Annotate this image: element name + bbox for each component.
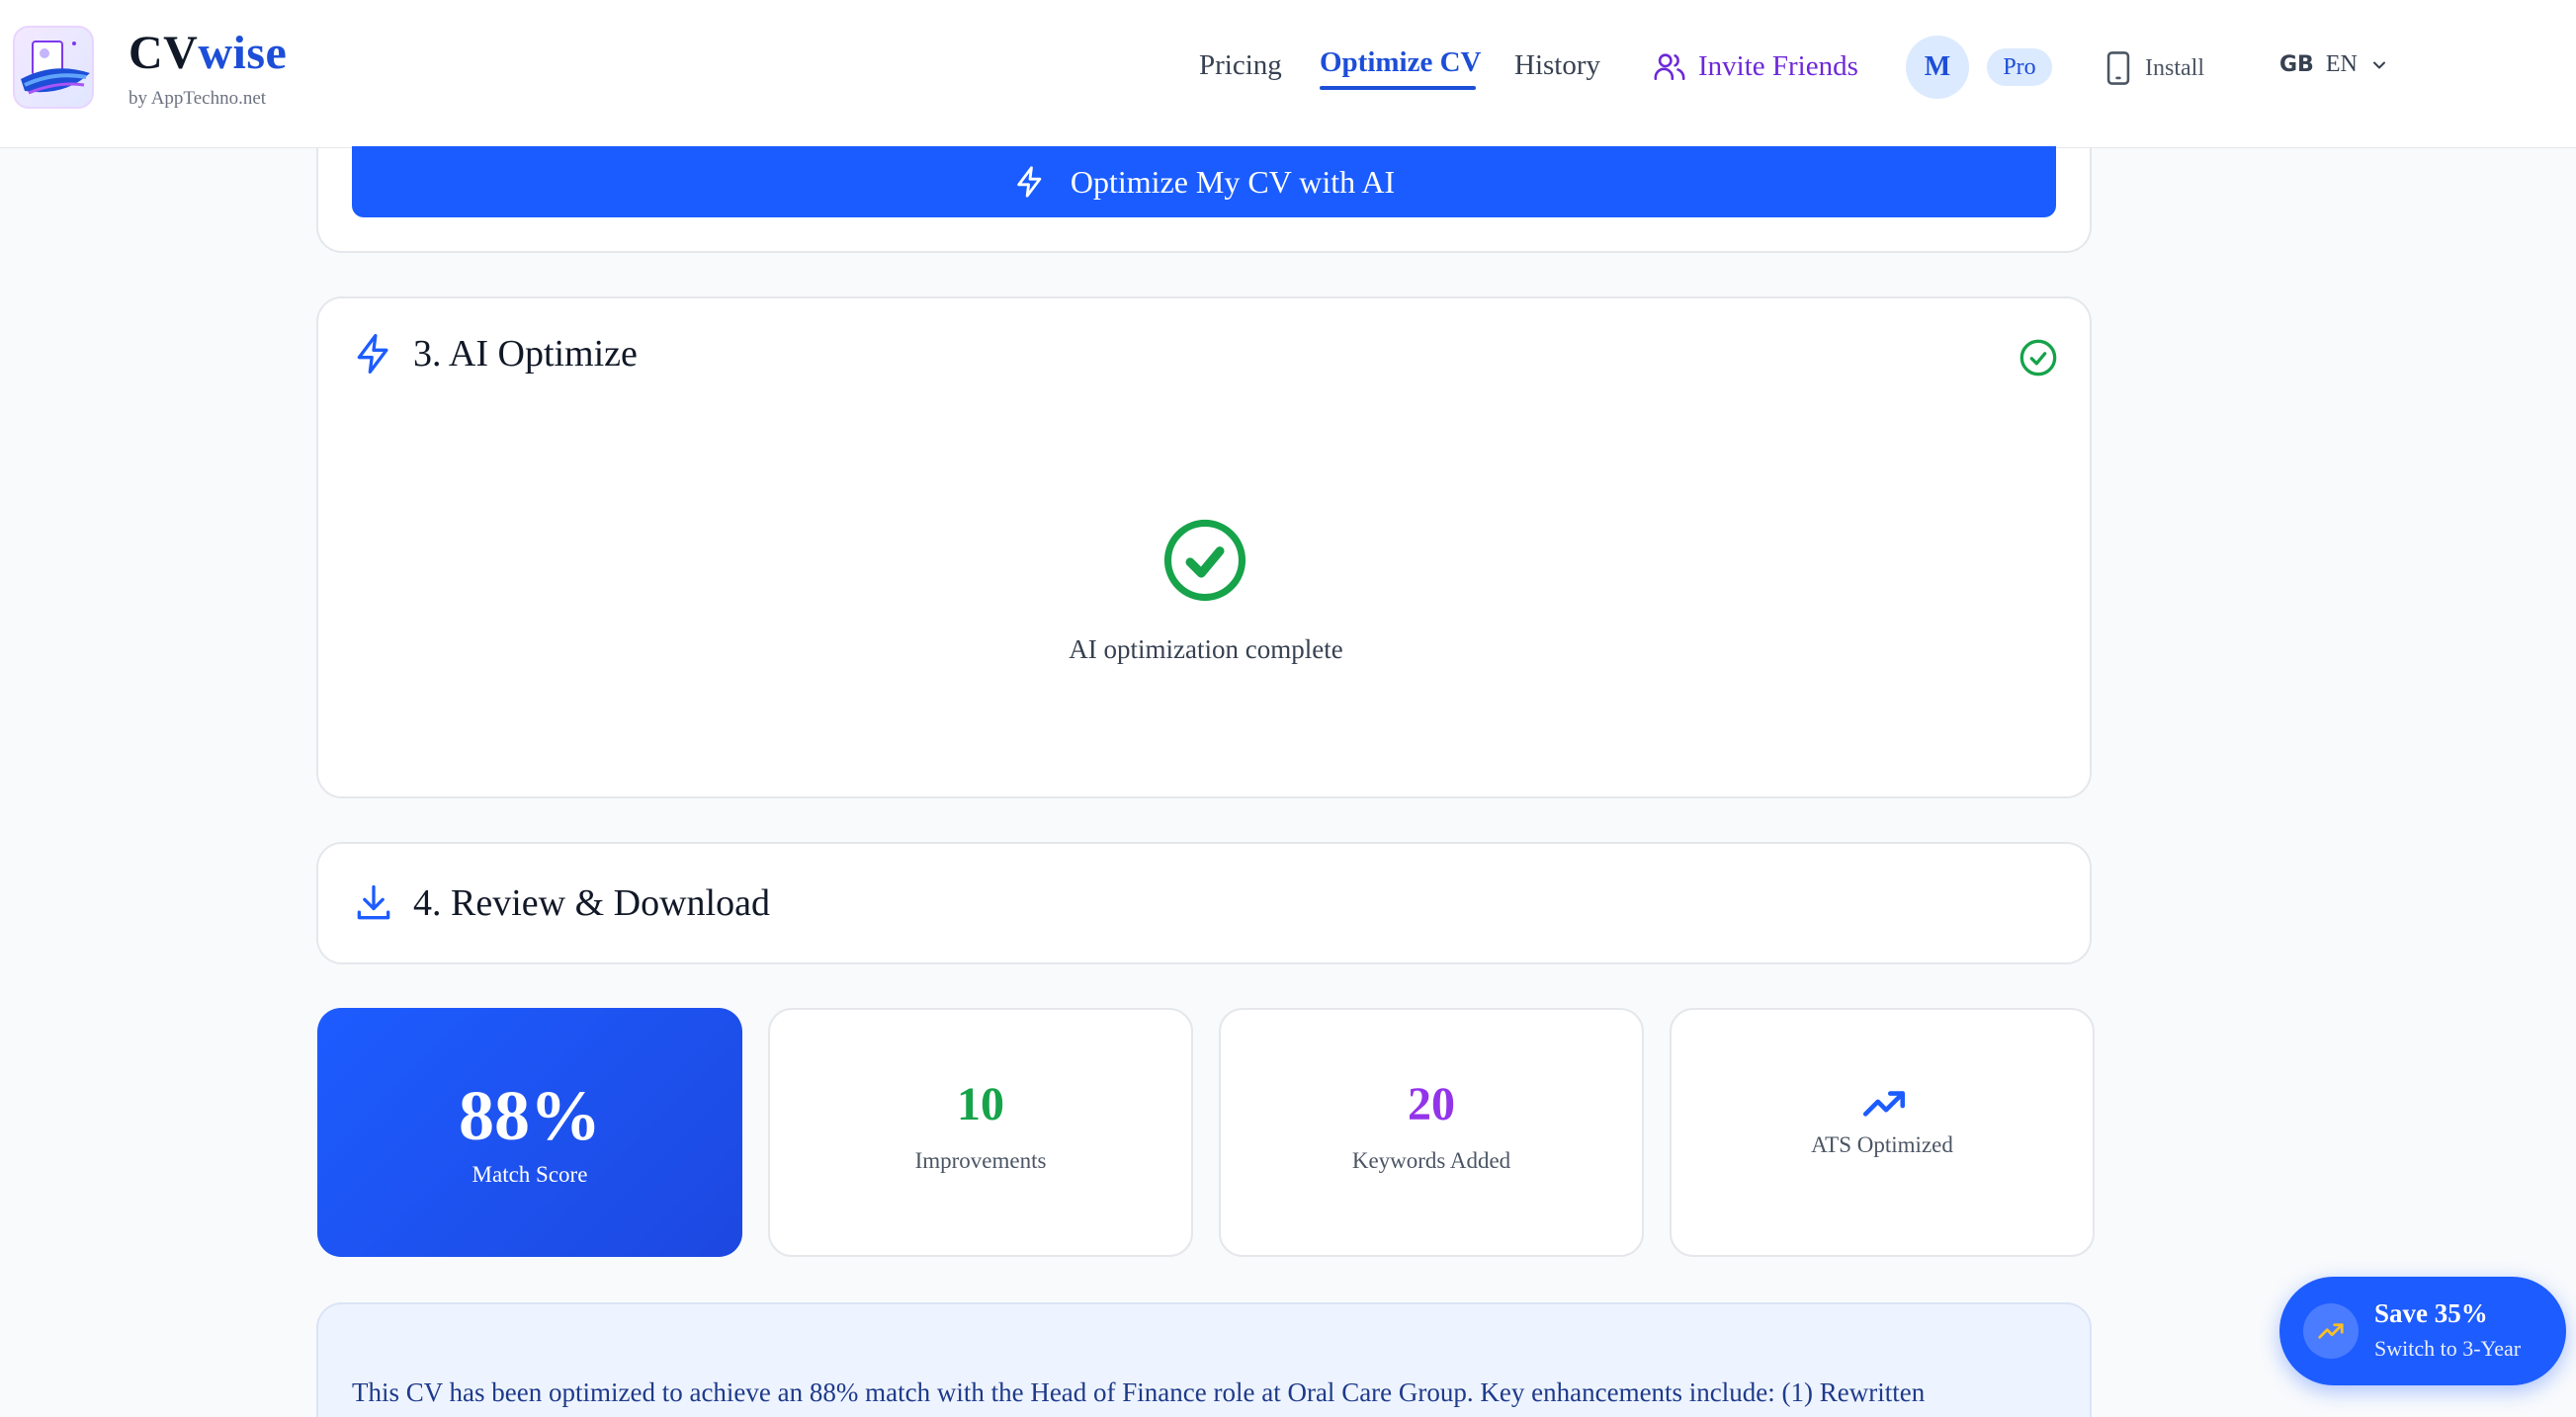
upgrade-promo-button[interactable]: Save 35% Switch to 3-Year bbox=[2279, 1277, 2566, 1385]
invite-friends-label: Invite Friends bbox=[1698, 49, 1858, 82]
optimize-cv-label: Optimize My CV with AI bbox=[1070, 163, 1396, 200]
users-icon bbox=[1654, 53, 1685, 81]
flag-gb-icon: GB bbox=[2279, 52, 2314, 77]
ai-optimize-title: 3. AI Optimize bbox=[413, 333, 638, 375]
user-avatar[interactable]: M bbox=[1906, 36, 1969, 99]
logo-icon bbox=[21, 41, 90, 95]
keywords-value: 20 bbox=[1408, 1078, 1455, 1130]
optimization-summary: This CV has been optimized to achieve an… bbox=[316, 1302, 2092, 1417]
promo-subtitle: Switch to 3-Year bbox=[2374, 1336, 2522, 1361]
chevron-down-icon bbox=[2372, 61, 2385, 68]
review-download-section[interactable]: 4. Review & Download bbox=[316, 842, 2092, 964]
app-logo[interactable] bbox=[13, 26, 94, 109]
brand-part-wise: wise bbox=[198, 27, 288, 79]
optimization-status-text: AI optimization complete bbox=[1069, 634, 1343, 664]
ats-optimized-card: ATS Optimized bbox=[1670, 1008, 2095, 1257]
keywords-card: 20 Keywords Added bbox=[1219, 1008, 1644, 1257]
success-check-icon bbox=[1163, 519, 1246, 602]
keywords-label: Keywords Added bbox=[1351, 1148, 1511, 1173]
top-header: CVwise by AppTechno.net Pricing Optimize… bbox=[0, 0, 2576, 148]
download-icon bbox=[357, 884, 390, 920]
improvements-label: Improvements bbox=[914, 1148, 1047, 1173]
section-title-ai-optimize: 3. AI Optimize bbox=[352, 332, 638, 375]
section-title-review: 4. Review & Download bbox=[352, 881, 770, 925]
brand-name[interactable]: CVwise bbox=[129, 26, 287, 80]
nav-optimize-cv[interactable]: Optimize CV bbox=[1320, 46, 1482, 79]
brand-subtitle: by AppTechno.net bbox=[129, 88, 267, 109]
ats-optimized-label: ATS Optimized bbox=[1811, 1132, 1953, 1157]
match-score-value: 88% bbox=[459, 1076, 601, 1155]
summary-text: This CV has been optimized to achieve an… bbox=[352, 1377, 1926, 1407]
nav-history[interactable]: History bbox=[1514, 49, 1600, 82]
invite-friends-link[interactable]: Invite Friends bbox=[1653, 49, 1858, 83]
install-button[interactable]: Install bbox=[2105, 51, 2204, 85]
nav-pricing[interactable]: Pricing bbox=[1199, 49, 1282, 82]
review-download-title: 4. Review & Download bbox=[413, 882, 770, 924]
brand-part-cv: CV bbox=[129, 27, 199, 79]
improvements-card: 10 Improvements bbox=[768, 1008, 1193, 1257]
active-nav-underline bbox=[1320, 86, 1476, 90]
phone-icon bbox=[2106, 51, 2130, 85]
optimize-cv-button[interactable]: Optimize My CV with AI bbox=[352, 146, 2056, 217]
language-code: EN bbox=[2325, 51, 2358, 77]
trending-up-icon bbox=[1862, 1091, 1906, 1117]
language-selector[interactable]: GB EN bbox=[2279, 51, 2389, 78]
trending-up-icon bbox=[2318, 1323, 2344, 1339]
promo-icon-wrap bbox=[2303, 1303, 2359, 1359]
promo-title: Save 35% bbox=[2374, 1298, 2488, 1328]
improvements-value: 10 bbox=[957, 1078, 1004, 1130]
match-score-card: 88% Match Score bbox=[317, 1008, 742, 1257]
plan-badge: Pro bbox=[1987, 48, 2052, 86]
lightning-icon bbox=[1017, 166, 1042, 198]
lightning-icon bbox=[357, 334, 388, 374]
install-label: Install bbox=[2145, 54, 2204, 81]
match-score-label: Match Score bbox=[472, 1162, 588, 1187]
ai-optimize-section: 3. AI Optimize AI optimization complete bbox=[316, 296, 2092, 798]
check-circle-icon bbox=[2019, 339, 2057, 376]
